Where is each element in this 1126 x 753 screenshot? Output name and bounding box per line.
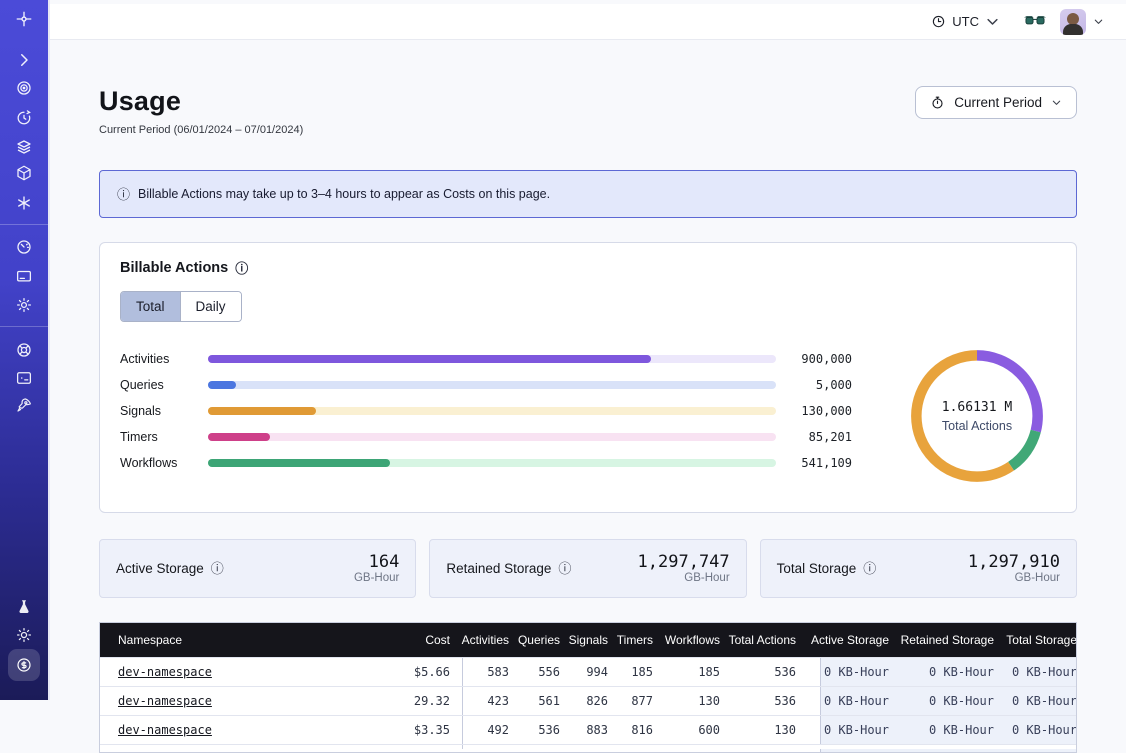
banner-text: Billable Actions may take up to 3–4 hour… [138,187,550,201]
bar-track [208,381,776,389]
dollar-coin-icon[interactable] [8,649,40,681]
namespace-usage-table: Namespace Cost Activities Queries Signal… [99,622,1077,753]
donut-caption: Total Actions [942,419,1012,433]
namespace-link[interactable]: dev-namespace [118,723,212,737]
total-actions-donut: 1.66131 M Total Actions [898,346,1056,486]
total-storage-value: 1,297,910 [968,553,1060,572]
billable-actions-card: Billable Actions ⓘ Total Daily Activitie… [99,242,1077,513]
billable-bar-chart: Activities 900,000 Queries 5,000 Signals… [120,346,852,476]
bar-track [208,433,776,441]
info-icon[interactable]: ⓘ [558,562,571,575]
rocket-icon[interactable] [15,396,33,414]
top-bar: UTC [50,4,1126,40]
settings-gear-icon[interactable] [15,296,33,314]
support-lifebuoy-icon[interactable] [15,341,33,359]
info-icon[interactable]: ⓘ [235,262,248,275]
namespace-link[interactable]: dev-namespace [118,665,212,679]
main-area: UTC Usage Current Period (06/01/2024 – 0… [48,0,1126,700]
bar-row-signals: Signals 130,000 [120,398,852,424]
bar-row-workflows: Workflows 541,109 [120,450,852,476]
nexus-asterisk-icon[interactable] [15,194,33,212]
chevron-down-icon[interactable] [1093,16,1104,27]
billing-card-icon[interactable] [15,267,33,285]
total-daily-tabs: Total Daily [120,291,242,322]
bar-track [208,407,776,415]
timezone-label: UTC [952,14,979,29]
active-storage-card: Active Storageⓘ 164GB-Hour [99,539,416,598]
table-header-row: Namespace Cost Activities Queries Signal… [100,623,1076,657]
bar-row-activities: Activities 900,000 [120,346,852,372]
page-title: Usage [99,86,303,117]
bar-row-timers: Timers 85,201 [120,424,852,450]
bar-track [208,459,776,467]
table-row: dev-namespace $5.66 583 556 994 185 185 … [100,657,1076,686]
active-storage-value: 164 [354,553,399,572]
period-dropdown-button[interactable]: Current Period [915,86,1077,119]
labs-flask-icon[interactable] [15,598,33,616]
theme-sun-icon[interactable] [15,626,33,644]
layers-icon[interactable] [15,138,33,156]
sidebar [0,0,48,700]
card-title: Billable Actions [120,260,228,276]
temporal-logo[interactable] [15,10,33,28]
chevron-down-icon [1051,97,1062,108]
expand-chevron-icon[interactable] [15,51,33,69]
donut-total-value: 1.66131 M [942,400,1012,415]
cube-icon[interactable] [15,164,33,182]
namespaces-icon[interactable] [15,79,33,97]
bar-row-queries: Queries 5,000 [120,372,852,398]
retained-storage-card: Retained Storageⓘ 1,297,747GB-Hour [429,539,746,598]
table-row: dev-namespace $3.35 492 536 883 816 600 … [100,715,1076,744]
info-banner: ⓘ Billable Actions may take up to 3–4 ho… [99,170,1077,218]
tab-daily[interactable]: Daily [180,292,241,321]
console-monitor-icon[interactable] [15,369,33,387]
total-storage-card: Total Storageⓘ 1,297,910GB-Hour [760,539,1077,598]
table-row-partial [100,744,1076,752]
info-icon[interactable]: ⓘ [211,562,224,575]
sidebar-divider [0,224,48,225]
storage-cards: Active Storageⓘ 164GB-Hour Retained Stor… [99,539,1077,598]
retained-storage-value: 1,297,747 [638,553,730,572]
bar-track [208,355,776,363]
timezone-selector[interactable]: UTC [931,14,1000,29]
schedules-clock-icon[interactable] [15,109,33,127]
chevron-down-icon [985,14,1000,29]
sidebar-divider [0,326,48,327]
clock-icon [931,14,946,29]
period-subtitle: Current Period (06/01/2024 – 07/01/2024) [99,124,303,136]
user-avatar[interactable] [1060,9,1086,35]
info-icon[interactable]: ⓘ [863,562,876,575]
table-row: dev-namespace 29.32 423 561 826 877 130 … [100,686,1076,715]
usage-gauge-icon[interactable] [15,238,33,256]
info-icon: ⓘ [117,188,130,201]
namespace-link[interactable]: dev-namespace [118,694,212,708]
stopwatch-icon [930,95,945,110]
tab-total[interactable]: Total [121,292,180,321]
glasses-icon[interactable] [1024,15,1046,29]
